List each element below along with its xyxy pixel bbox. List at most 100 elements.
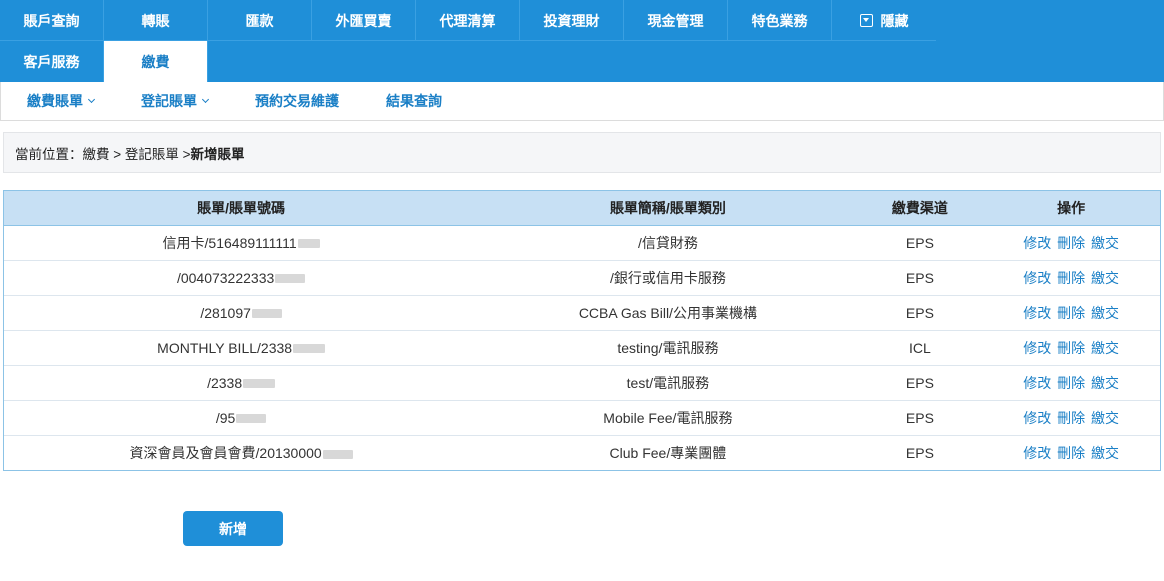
top-nav-row-1: 賬戶查詢 轉賬 匯款 外匯買賣 代理清算 投資理財 現金管理 特色業務 隱藏 bbox=[0, 0, 936, 41]
actions-cell: 修改 刪除 繳交 bbox=[982, 295, 1160, 331]
channel-cell: EPS bbox=[857, 295, 983, 331]
chevron-down-icon bbox=[87, 95, 96, 104]
actions-cell: 修改 刪除 繳交 bbox=[982, 330, 1160, 366]
nav-investment[interactable]: 投資理財 bbox=[520, 0, 624, 41]
redacted-mask bbox=[251, 309, 282, 319]
pay-link[interactable]: 繳交 bbox=[1091, 270, 1119, 286]
subnav-scheduled-transactions[interactable]: 預約交易維護 bbox=[255, 91, 339, 111]
pay-link[interactable]: 繳交 bbox=[1091, 305, 1119, 321]
nav-payment[interactable]: 繳費 bbox=[104, 41, 208, 82]
bill-number-text: /95 bbox=[215, 409, 236, 426]
nav-account-inquiry[interactable]: 賬戶查詢 bbox=[0, 0, 104, 41]
table-row: /95 Mobile Fee/電訊服務 EPS 修改 刪除 繳交 bbox=[4, 400, 1160, 436]
delete-link[interactable]: 刪除 bbox=[1057, 235, 1085, 251]
pay-link[interactable]: 繳交 bbox=[1091, 235, 1119, 251]
add-bill-button[interactable]: 新增 bbox=[183, 511, 283, 546]
sub-navigation: 繳費賬單 登記賬單 預約交易維護 結果查詢 bbox=[0, 82, 1164, 121]
pay-link[interactable]: 繳交 bbox=[1091, 410, 1119, 426]
bill-number-cell: 信用卡/516489111111 bbox=[4, 225, 479, 261]
channel-cell: EPS bbox=[857, 400, 983, 436]
channel-cell: ICL bbox=[857, 330, 983, 366]
bill-category-cell: Club Fee/專業團體 bbox=[609, 444, 727, 461]
redacted-mask bbox=[322, 449, 353, 459]
table-row: 資深會員及會員會費/20130000 Club Fee/專業團體 EPS 修改 … bbox=[4, 435, 1160, 470]
redacted-mask bbox=[293, 344, 326, 354]
delete-link[interactable]: 刪除 bbox=[1057, 375, 1085, 391]
edit-link[interactable]: 修改 bbox=[1023, 270, 1051, 286]
actions-cell: 修改 刪除 繳交 bbox=[982, 400, 1160, 436]
table-row: MONTHLY BILL/2338 testing/電訊服務 ICL 修改 刪除… bbox=[4, 330, 1160, 366]
bill-number-text: 信用卡/516489111111 bbox=[162, 234, 297, 251]
bill-number-text: /2338 bbox=[207, 374, 243, 391]
top-nav-row-2: 客戶服務 繳費 bbox=[0, 41, 208, 82]
bill-number-text: /004073222333 bbox=[176, 269, 275, 286]
pay-link[interactable]: 繳交 bbox=[1091, 340, 1119, 356]
nav-hide-label: 隱藏 bbox=[880, 12, 909, 29]
redacted-mask bbox=[236, 414, 267, 424]
nav-hide-button[interactable]: 隱藏 bbox=[832, 0, 936, 41]
nav-transfer[interactable]: 轉賬 bbox=[104, 0, 208, 41]
delete-link[interactable]: 刪除 bbox=[1057, 340, 1085, 356]
nav-customer-service[interactable]: 客戶服務 bbox=[0, 41, 104, 82]
bill-number-cell: /95 bbox=[4, 400, 479, 436]
bill-category-cell: /信貸財務 bbox=[478, 225, 858, 261]
delete-link[interactable]: 刪除 bbox=[1057, 305, 1085, 321]
table-header-row: 賬單/賬單號碼 賬單簡稱/賬單類別 繳費渠道 操作 bbox=[4, 191, 1160, 226]
redacted-mask bbox=[275, 274, 306, 284]
nav-agency-clearing[interactable]: 代理清算 bbox=[416, 0, 520, 41]
delete-link[interactable]: 刪除 bbox=[1057, 270, 1085, 286]
header-operations: 操作 bbox=[982, 191, 1160, 226]
bill-number-cell: MONTHLY BILL/2338 bbox=[4, 330, 479, 366]
bill-category-cell: CCBA Gas Bill/公用事業機構 bbox=[478, 295, 858, 331]
chevron-down-icon bbox=[201, 95, 210, 104]
nav-forex[interactable]: 外匯買賣 bbox=[312, 0, 416, 41]
edit-link[interactable]: 修改 bbox=[1023, 305, 1051, 321]
actions-cell: 修改 刪除 繳交 bbox=[982, 365, 1160, 401]
subnav-result-inquiry[interactable]: 結果查詢 bbox=[386, 91, 442, 111]
table-row: 信用卡/516489111111 /信貸財務 EPS 修改 刪除 繳交 bbox=[4, 225, 1160, 261]
actions-cell: 修改 刪除 繳交 bbox=[982, 435, 1160, 470]
bill-category-cell: testing/電訊服務 bbox=[478, 330, 858, 366]
bill-category-cell: Mobile Fee/電訊服務 bbox=[478, 400, 858, 436]
breadcrumb-current: 新增賬單 bbox=[190, 146, 245, 162]
pay-link[interactable]: 繳交 bbox=[1091, 375, 1119, 391]
top-navigation: 賬戶查詢 轉賬 匯款 外匯買賣 代理清算 投資理財 現金管理 特色業務 隱藏 客… bbox=[0, 0, 1164, 82]
subnav-result-label: 結果查詢 bbox=[386, 93, 442, 109]
header-bill-category: 賬單簡稱/賬單類別 bbox=[478, 191, 858, 226]
bill-number-cell: /004073222333 bbox=[4, 260, 479, 296]
channel-cell: EPS bbox=[905, 444, 934, 461]
bill-number-cell: /281097 bbox=[4, 295, 479, 331]
subnav-register-bill-label: 登記賬單 bbox=[141, 93, 197, 109]
subnav-pay-bill-label: 繳費賬單 bbox=[27, 93, 83, 109]
redacted-mask bbox=[243, 379, 276, 389]
edit-link[interactable]: 修改 bbox=[1023, 235, 1051, 251]
edit-link[interactable]: 修改 bbox=[1023, 375, 1051, 391]
breadcrumb-path: 當前位置：繳費 > 登記賬單 > bbox=[15, 146, 191, 162]
collapse-toggle-icon bbox=[859, 14, 873, 27]
bill-number-cell: 資深會員及會員會費/20130000 bbox=[4, 435, 478, 470]
nav-special-services[interactable]: 特色業務 bbox=[728, 0, 832, 41]
channel-cell: EPS bbox=[857, 260, 983, 296]
bill-number-text: 資深會員及會員會費/20130000 bbox=[129, 444, 322, 461]
nav-cash-management[interactable]: 現金管理 bbox=[624, 0, 728, 41]
bill-number-text: MONTHLY BILL/2338 bbox=[157, 339, 293, 356]
delete-link[interactable]: 刪除 bbox=[1057, 410, 1085, 426]
header-bill-number: 賬單/賬單號碼 bbox=[4, 191, 479, 226]
bill-number-cell: /2338 bbox=[4, 365, 479, 401]
edit-link[interactable]: 修改 bbox=[1023, 445, 1051, 461]
actions-cell: 修改 刪除 繳交 bbox=[982, 225, 1160, 261]
delete-link[interactable]: 刪除 bbox=[1057, 445, 1085, 461]
pay-link[interactable]: 繳交 bbox=[1091, 445, 1119, 461]
channel-cell: EPS bbox=[857, 365, 983, 401]
bill-number-text: /281097 bbox=[200, 304, 251, 321]
edit-link[interactable]: 修改 bbox=[1023, 410, 1051, 426]
edit-link[interactable]: 修改 bbox=[1023, 340, 1051, 356]
nav-remittance[interactable]: 匯款 bbox=[208, 0, 312, 41]
bill-category-cell: /銀行或信用卡服務 bbox=[478, 260, 858, 296]
channel-cell: EPS bbox=[857, 225, 983, 261]
subnav-pay-bill[interactable]: 繳費賬單 bbox=[27, 91, 96, 111]
table-row: /004073222333 /銀行或信用卡服務 EPS 修改 刪除 繳交 bbox=[4, 260, 1160, 296]
actions-cell: 修改 刪除 繳交 bbox=[982, 260, 1160, 296]
bill-table: 賬單/賬單號碼 賬單簡稱/賬單類別 繳費渠道 操作 信用卡/5164891111… bbox=[3, 190, 1161, 471]
subnav-register-bill[interactable]: 登記賬單 bbox=[141, 91, 210, 111]
